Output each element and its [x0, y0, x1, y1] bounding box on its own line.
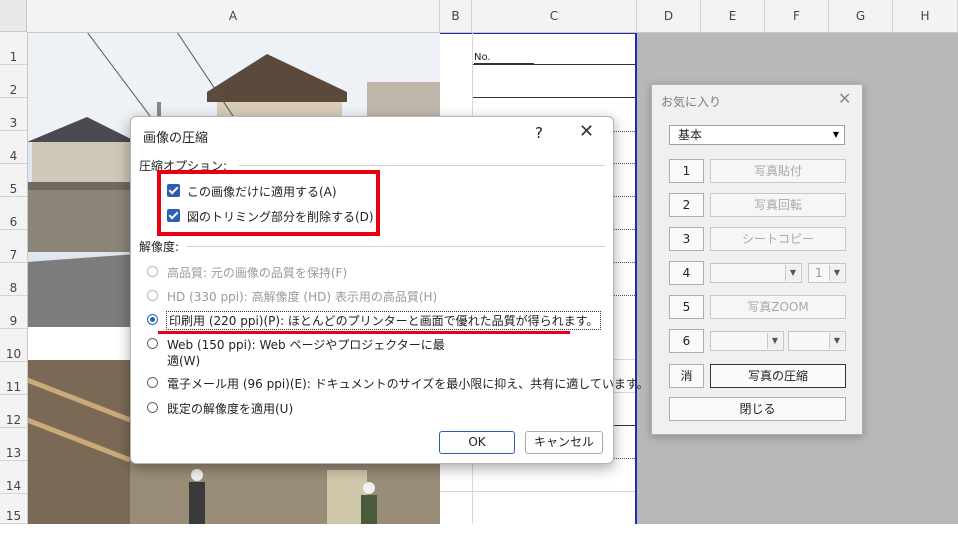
radio-web[interactable] [147, 338, 158, 349]
row-header[interactable]: 12 [0, 395, 27, 428]
label-print[interactable]: 印刷用 (220 ppi)(P): ほとんどのプリンターと画面で優れた品質が得ら… [165, 311, 602, 330]
column-header-b[interactable]: B [440, 0, 472, 32]
spin-value: 1 [815, 266, 823, 280]
favorites-title: お気に入り [661, 95, 722, 109]
row-header[interactable]: 5 [0, 164, 27, 197]
radio-email[interactable] [147, 377, 158, 388]
help-icon[interactable]: ? [535, 124, 543, 142]
row-line [440, 491, 637, 492]
column-header-f[interactable]: F [765, 0, 829, 32]
label-default[interactable]: 既定の解像度を適用(U) [167, 400, 293, 417]
label-hd[interactable]: HD (330 ppi): 高解像度 (HD) 表示用の高品質(H) [167, 288, 437, 305]
slot-6-button[interactable]: 6 [669, 329, 704, 353]
dotted-row-line [612, 196, 635, 197]
label-high-quality[interactable]: 高品質: 元の画像の品質を保持(F) [167, 264, 347, 281]
row-header[interactable]: 15 [0, 494, 27, 524]
row-header-bar: 1 2 3 4 5 6 7 8 9 10 11 12 13 14 15 [0, 32, 28, 524]
dotted-row-line [612, 458, 635, 459]
select-all-corner[interactable] [0, 0, 27, 32]
row-header[interactable]: 13 [0, 428, 27, 461]
ok-button[interactable]: OK [439, 431, 515, 454]
dotted-row-line [612, 295, 635, 296]
slot-4-button[interactable]: 4 [669, 261, 704, 285]
cancel-button[interactable]: キャンセル [525, 431, 603, 454]
dotted-row-line [612, 229, 635, 230]
slot-3-button[interactable]: 3 [669, 227, 704, 251]
erase-button[interactable]: 消 [669, 364, 704, 388]
chevron-down-icon[interactable]: ▼ [767, 333, 782, 349]
section-divider [239, 165, 605, 166]
slot-1-button[interactable]: 1 [669, 159, 704, 183]
preset-select[interactable]: 基本 ▼ [669, 125, 845, 145]
column-header-c[interactable]: C [472, 0, 637, 32]
chevron-down-icon[interactable]: ▼ [829, 265, 844, 281]
chevron-down-icon[interactable]: ▼ [829, 333, 844, 349]
column-header-d[interactable]: D [637, 0, 701, 32]
dotted-row-line [612, 163, 635, 164]
photo-rotate-button[interactable]: 写真回転 [710, 193, 846, 217]
row-header[interactable]: 7 [0, 230, 27, 263]
row-header[interactable]: 8 [0, 263, 27, 296]
photo-compress-button[interactable]: 写真の圧縮 [710, 364, 846, 388]
dialog-title: 画像の圧縮 [143, 131, 209, 146]
column-header-h[interactable]: H [893, 0, 958, 32]
radio-default[interactable] [147, 402, 158, 413]
row-header[interactable]: 10 [0, 329, 27, 362]
chevron-down-icon[interactable]: ▼ [829, 127, 843, 143]
column-header-bar: A B C D E F G H [27, 0, 958, 33]
row-line [472, 64, 637, 65]
favorites-panel: お気に入り ✕ 基本 ▼ 1 写真貼付 2 写真回転 3 シートコピー 4 ▼ … [651, 84, 863, 435]
column-header-a[interactable]: A [27, 0, 440, 32]
photo-zoom-button[interactable]: 写真ZOOM [710, 295, 846, 319]
close-icon[interactable]: ✕ [579, 121, 594, 142]
annotation-highlight-box [157, 170, 380, 236]
label-email[interactable]: 電子メール用 (96 ppi)(E): ドキュメントのサイズを最小限に抑え、共有… [167, 375, 649, 392]
radio-hd[interactable] [147, 290, 158, 301]
row-header[interactable]: 11 [0, 362, 27, 395]
row-header[interactable]: 14 [0, 461, 27, 494]
cell-c1-no: No. [474, 52, 534, 64]
preset-value: 基本 [678, 128, 703, 142]
section-divider [187, 246, 605, 247]
row-line [472, 97, 637, 98]
row-header[interactable]: 4 [0, 131, 27, 164]
column-header-e[interactable]: E [701, 0, 765, 32]
slot-6-select-a[interactable]: ▼ [710, 331, 784, 351]
row-header[interactable]: 9 [0, 296, 27, 329]
close-panel-button[interactable]: 閉じる [669, 397, 846, 421]
dotted-row-line [612, 262, 635, 263]
row-line [612, 425, 637, 426]
sheet-copy-button[interactable]: シートコピー [710, 227, 846, 251]
slot-2-button[interactable]: 2 [669, 193, 704, 217]
slot-5-button[interactable]: 5 [669, 295, 704, 319]
favorites-close-icon[interactable]: ✕ [838, 89, 851, 108]
slot-4-spin[interactable]: 1 ▼ [808, 263, 846, 283]
label-web-line2[interactable]: 適(W) [167, 352, 200, 369]
label-web-line1[interactable]: Web (150 ppi): Web ページやプロジェクターに最 [167, 336, 445, 353]
radio-high-quality[interactable] [147, 266, 158, 277]
column-header-g[interactable]: G [829, 0, 893, 32]
chevron-down-icon[interactable]: ▼ [785, 265, 800, 281]
slot-6-select-b[interactable]: ▼ [788, 331, 846, 351]
row-header[interactable]: 1 [0, 32, 27, 65]
radio-print[interactable] [147, 314, 158, 325]
resolution-label: 解像度: [139, 240, 180, 254]
row-header[interactable]: 3 [0, 98, 27, 131]
row-header[interactable]: 2 [0, 65, 27, 98]
slot-4-select[interactable]: ▼ [710, 263, 802, 283]
photo-paste-button[interactable]: 写真貼付 [710, 159, 846, 183]
annotation-underline [158, 331, 570, 334]
compress-pictures-dialog: 画像の圧縮 ? ✕ 圧縮オプション: この画像だけに適用する(A) 図のトリミン… [130, 116, 649, 464]
row-header[interactable]: 6 [0, 197, 27, 230]
